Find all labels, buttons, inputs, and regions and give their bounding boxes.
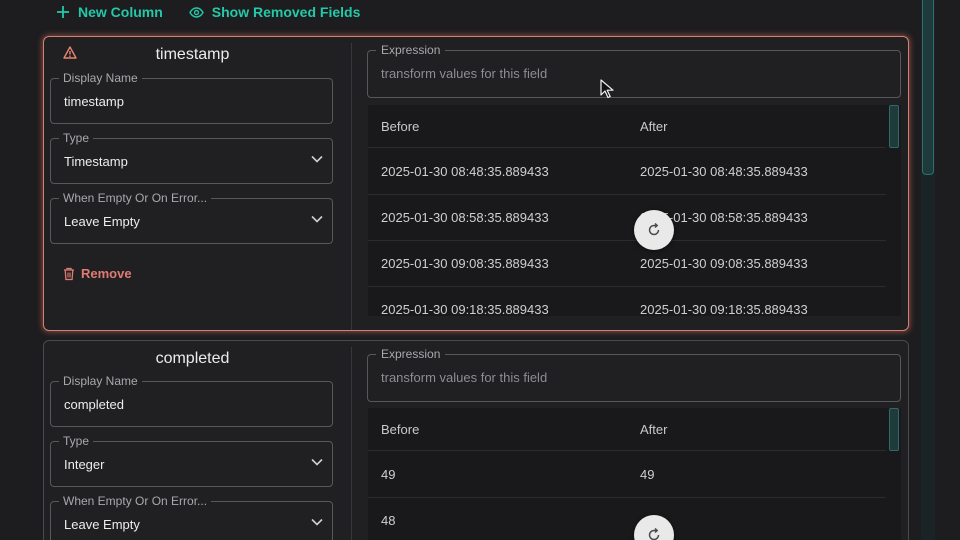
new-column-button[interactable]: New Column xyxy=(56,4,163,20)
toolbar: New Column Show Removed Fields xyxy=(56,3,360,21)
table-row: 2025-01-30 08:58:35.889433 2025-01-30 08… xyxy=(368,195,886,241)
show-removed-fields-label: Show Removed Fields xyxy=(211,4,361,20)
after-value: 49 xyxy=(640,467,655,482)
display-name-label: Display Name xyxy=(59,71,142,85)
field-card-completed: completed Display Name completed Type In… xyxy=(43,340,909,540)
column-header-before: Before xyxy=(381,119,420,134)
after-value: 2025-01-30 08:48:35.889433 xyxy=(640,164,808,179)
display-name-value: timestamp xyxy=(64,94,124,109)
show-removed-fields-button[interactable]: Show Removed Fields xyxy=(188,4,361,20)
chevron-down-icon xyxy=(311,215,323,223)
refresh-icon xyxy=(648,528,660,540)
expression-field[interactable]: Expression xyxy=(367,347,901,402)
before-value: 2025-01-30 08:58:35.889433 xyxy=(381,210,549,225)
expression-label: Expression xyxy=(376,347,446,361)
table-row: 2025-01-30 09:08:35.889433 2025-01-30 09… xyxy=(368,241,886,287)
before-value: 2025-01-30 08:48:35.889433 xyxy=(381,164,549,179)
before-value: 2025-01-30 09:18:35.889433 xyxy=(381,302,549,316)
field-name: timestamp xyxy=(155,46,230,63)
table-row: 2025-01-30 09:18:35.889433 2025-01-30 09… xyxy=(368,287,886,316)
eye-icon xyxy=(188,6,204,18)
preview-table: Before After 2025-01-30 08:48:35.889433 … xyxy=(368,105,901,316)
page-scrollbar-thumb[interactable] xyxy=(922,0,934,175)
chevron-down-icon xyxy=(311,458,323,466)
preview-table: Before After 49 49 48 xyxy=(368,408,901,540)
expression-input[interactable] xyxy=(381,370,881,385)
table-row: 2025-01-30 08:48:35.889433 2025-01-30 08… xyxy=(368,149,886,195)
type-select[interactable]: Type Integer xyxy=(50,434,333,487)
on-empty-label: When Empty Or On Error... xyxy=(59,191,212,205)
schema-editor: New Column Show Removed Fields timestamp… xyxy=(0,0,960,540)
column-header-before: Before xyxy=(381,422,420,437)
chevron-down-icon xyxy=(311,518,323,526)
type-label: Type xyxy=(59,434,94,448)
on-empty-select[interactable]: When Empty Or On Error... Leave Empty xyxy=(50,494,333,540)
display-name-field[interactable]: Display Name completed xyxy=(50,374,333,427)
display-name-label: Display Name xyxy=(59,374,142,388)
after-value: 2025-01-30 09:08:35.889433 xyxy=(640,256,808,271)
on-empty-select[interactable]: When Empty Or On Error... Leave Empty xyxy=(50,191,333,244)
type-value: Timestamp xyxy=(64,154,128,169)
preview-scrollbar[interactable] xyxy=(889,105,899,148)
preview-scrollbar[interactable] xyxy=(889,408,899,451)
display-name-field[interactable]: Display Name timestamp xyxy=(50,71,333,124)
type-value: Integer xyxy=(64,457,105,472)
after-value: 2025-01-30 09:18:35.889433 xyxy=(640,302,808,316)
trash-icon xyxy=(64,267,74,280)
field-name: completed xyxy=(155,350,230,367)
type-label: Type xyxy=(59,131,94,145)
type-select[interactable]: Type Timestamp xyxy=(50,131,333,184)
before-value: 2025-01-30 09:08:35.889433 xyxy=(381,256,549,271)
preview-header: Before After xyxy=(368,408,886,451)
display-name-value: completed xyxy=(64,397,124,412)
refresh-preview-button[interactable] xyxy=(634,210,674,250)
on-empty-label: When Empty Or On Error... xyxy=(59,494,212,508)
table-row: 48 xyxy=(368,498,886,540)
remove-label: Remove xyxy=(81,266,132,281)
card-divider xyxy=(351,43,352,330)
expression-input[interactable] xyxy=(381,66,881,81)
expression-field[interactable]: Expression xyxy=(367,43,901,98)
new-column-label: New Column xyxy=(78,4,163,20)
preview-header: Before After xyxy=(368,105,886,148)
column-header-after: After xyxy=(640,119,668,134)
mouse-cursor-icon xyxy=(600,79,614,99)
remove-field-button[interactable]: Remove xyxy=(63,266,132,281)
column-header-after: After xyxy=(640,422,668,437)
refresh-icon xyxy=(648,223,660,236)
before-value: 48 xyxy=(381,513,396,528)
field-card-timestamp: timestamp Display Name timestamp Type Ti… xyxy=(43,36,909,331)
card-divider xyxy=(351,347,352,540)
on-empty-value: Leave Empty xyxy=(64,214,140,229)
on-empty-value: Leave Empty xyxy=(64,517,140,532)
table-row: 49 49 xyxy=(368,452,886,498)
plus-icon xyxy=(57,6,69,18)
expression-label: Expression xyxy=(376,43,446,57)
chevron-down-icon xyxy=(311,155,323,163)
before-value: 49 xyxy=(381,467,396,482)
